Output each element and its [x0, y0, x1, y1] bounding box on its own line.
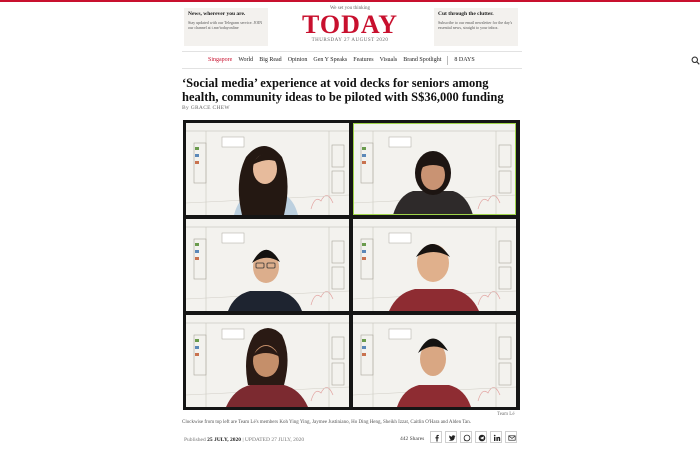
article-dates: Published 25 JULY, 2020 | UPDATED 27 JUL…: [184, 437, 304, 443]
article-byline[interactable]: By GRACE CHEW: [182, 105, 230, 111]
nav-item-brand-spotlight[interactable]: Brand Spotlight: [403, 57, 441, 63]
nav-item-opinion[interactable]: Opinion: [288, 57, 308, 63]
whatsapp-icon[interactable]: [460, 431, 472, 443]
masthead-date: THURSDAY 27 AUGUST 2020: [311, 38, 389, 43]
video-tile: [186, 219, 349, 311]
published-label: Published: [184, 437, 206, 443]
nav-item-big-read[interactable]: Big Read: [259, 57, 282, 63]
nav-item-visuals[interactable]: Visuals: [380, 57, 398, 63]
video-tile: [186, 315, 349, 407]
promo-title: News, wherever you are.: [188, 11, 246, 17]
telegram-icon[interactable]: [475, 431, 487, 443]
main-nav: Singapore World Big Read Opinion Gen Y S…: [182, 51, 700, 69]
email-icon[interactable]: [505, 431, 517, 443]
promo-title: Cut through the clutter.: [438, 11, 494, 17]
updated-date: UPDATED 27 JULY, 2020: [244, 437, 305, 443]
date-divider: |: [242, 437, 244, 443]
twitter-icon[interactable]: [445, 431, 457, 443]
top-accent-line: [0, 0, 700, 2]
video-tile: [353, 315, 516, 407]
nav-item-gen-y-speaks[interactable]: Gen Y Speaks: [313, 57, 347, 63]
share-count: 442 Shares: [400, 436, 425, 442]
search-icon[interactable]: [691, 56, 700, 65]
active-speaker-tile: [353, 123, 516, 215]
newsletter-promo[interactable]: Cut through the clutter. Subscribe to ou…: [434, 8, 518, 46]
article-headline: ‘Social media’ experience at void decks …: [182, 76, 504, 104]
nav-divider: [447, 55, 449, 65]
today-logo[interactable]: TODAY: [280, 12, 420, 38]
photo-caption: Clockwise from top left are Team Lé's me…: [182, 420, 471, 425]
nav-item-8-days[interactable]: 8 DAYS: [454, 57, 474, 63]
masthead: We set you thinking TODAY THURSDAY 27 AU…: [280, 6, 420, 44]
telegram-promo[interactable]: News, wherever you are. Stay updated wit…: [184, 8, 268, 46]
promo-text: Stay updated with our Telegram service. …: [188, 20, 263, 30]
published-date: 25 JULY, 2020: [207, 437, 242, 443]
video-tile: [353, 219, 516, 311]
nav-item-singapore[interactable]: Singapore: [208, 57, 232, 63]
nav-item-world[interactable]: World: [238, 57, 253, 63]
nav-item-features[interactable]: Features: [353, 57, 373, 63]
video-tile: [186, 123, 349, 215]
facebook-icon[interactable]: [430, 431, 442, 443]
linkedin-icon[interactable]: [490, 431, 502, 443]
promo-text: Subscribe to our email newsletter for th…: [438, 20, 513, 30]
article-photo: [183, 120, 520, 410]
photo-credit: Team Lé: [497, 412, 515, 417]
